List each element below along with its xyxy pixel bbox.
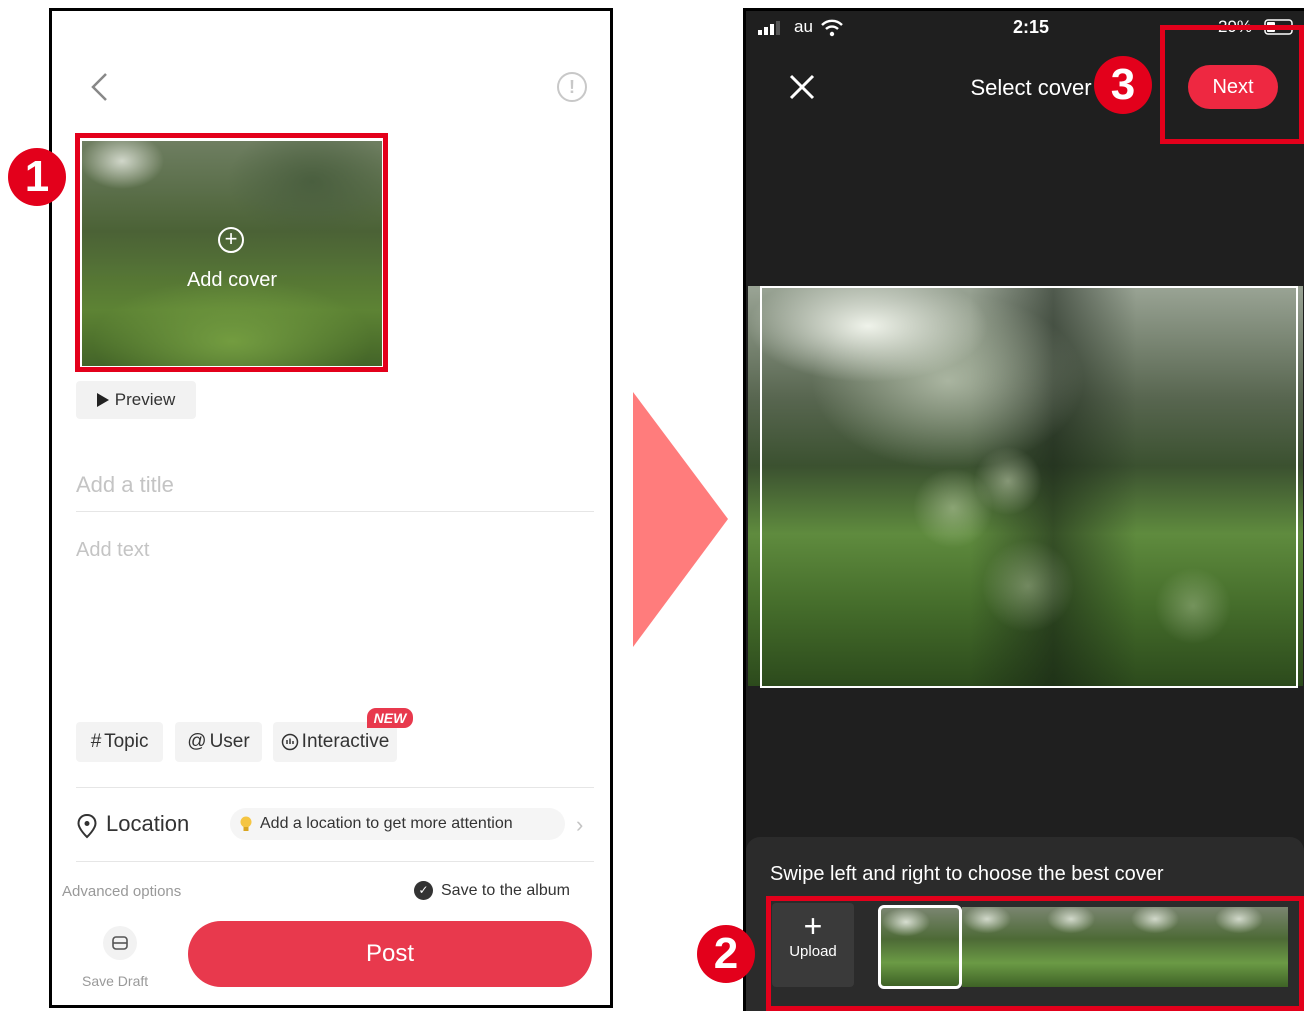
check-icon: ✓ [414,881,433,900]
play-icon [96,393,109,407]
location-suggestion[interactable]: Add a location to get more attention [230,808,565,840]
interactive-chip[interactable]: Interactive [273,722,397,762]
preview-button[interactable]: Preview [76,381,196,419]
next-step-arrow-icon [633,392,728,647]
crop-frame[interactable] [760,286,1298,688]
back-icon[interactable] [88,71,112,103]
info-icon[interactable]: ! [557,72,587,102]
advanced-options-link[interactable]: Advanced options [62,883,181,900]
select-cover-content: au 2:15 29% Select cover Next Swipe left… [746,11,1304,1011]
interactive-icon [281,733,298,751]
hash-icon: # [90,731,102,752]
save-draft-icon[interactable] [103,926,137,960]
divider [76,861,594,862]
step-badge-3: 3 [1094,56,1152,114]
save-to-album-label: Save to the album [441,881,570,899]
strip-highlight-frame [766,896,1304,1011]
topic-label: Topic [104,731,149,752]
save-draft-label[interactable]: Save Draft [82,973,148,989]
new-badge: NEW [367,708,413,728]
user-label: User [209,731,250,752]
step-badge-1: 1 [8,148,66,206]
wifi-icon [821,19,843,37]
interactive-label: Interactive [301,731,390,752]
cover-highlight-frame [75,133,388,372]
divider [76,787,594,788]
close-icon[interactable] [786,71,818,103]
swipe-hint: Swipe left and right to choose the best … [770,863,1164,885]
at-icon: @ [187,731,207,752]
title-input[interactable] [76,459,594,512]
post-editor-screen: ! + Add cover Preview # Topic @ User Int… [49,8,613,1008]
location-label[interactable]: Location [106,811,189,837]
select-cover-screen: au 2:15 29% Select cover Next Swipe left… [743,8,1304,1011]
user-chip[interactable]: @ User [175,722,262,762]
location-hint: Add a location to get more attention [260,815,513,832]
chevron-right-icon[interactable]: › [576,812,583,838]
save-to-album-toggle[interactable]: ✓ Save to the album [414,881,570,900]
step-badge-2: 2 [697,925,755,983]
lightbulb-icon [240,816,252,831]
carrier-label: au [794,17,813,36]
post-button[interactable]: Post [188,921,592,987]
status-time: 2:15 [1012,17,1050,37]
location-pin-icon [77,813,97,839]
text-input[interactable] [76,539,594,699]
preview-label: Preview [114,390,176,409]
topic-chip[interactable]: # Topic [76,722,163,762]
next-highlight-frame [1160,25,1304,144]
signal-icon [758,21,780,35]
